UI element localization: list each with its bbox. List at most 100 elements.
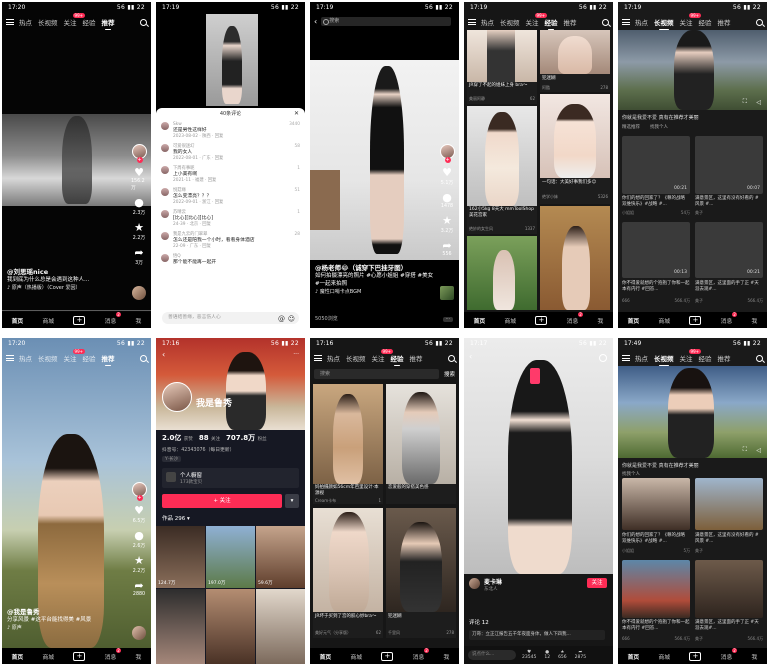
video-frame[interactable] [310,60,459,260]
card-author[interactable]: 小姐姐 [622,548,634,554]
search-icon[interactable] [602,18,609,26]
expand-icon[interactable]: ▾ [285,494,299,508]
grid-card[interactable] [467,236,537,310]
nav-mall[interactable]: 商城 [351,652,363,661]
creator-avatar[interactable] [131,144,147,163]
star-icon[interactable]: ★ [134,555,144,567]
tab-long-video[interactable]: 长视频 [346,353,366,363]
music-label[interactable]: ♪ 魔性口哨卡点BGM [315,288,435,296]
nav-mall[interactable]: 商城 [505,316,517,325]
menu-icon[interactable] [622,19,630,25]
nav-me[interactable]: 我 [444,652,450,661]
search-icon[interactable] [599,354,607,362]
comment-like-count[interactable]: 51 [286,188,300,206]
card-author[interactable]: Cream卡布 [315,498,336,504]
music-disc-icon[interactable] [132,626,146,640]
commenter-avatar[interactable] [161,188,169,196]
music-label[interactable]: ♪ 原声 [7,624,127,632]
video-card[interactable] [622,560,690,618]
card-author[interactable]: 绝学小妹 [542,194,558,200]
video-card[interactable] [695,560,763,618]
nav-me[interactable]: 我 [136,316,142,325]
comment-row[interactable]: 我是九云的门翠翠 怎么还是陪我一个小时，看看身体酒店 22-09 · 广东 · 回复… [156,230,305,252]
tab-hot[interactable]: 热点 [19,353,32,363]
card-author[interactable]: 小姐姐 [622,210,634,216]
comment-row[interactable]: 悦菇缘 怎么变漂亮？？？ 2022-09-01 · 浙江 · 回复 51 [156,186,305,208]
nav-mall[interactable]: 商城 [659,652,671,661]
grid-card[interactable]: 妈拍摄颜如56cm年芭里设计·本源视 Cream卡布 1 [313,384,383,504]
more-icon[interactable]: ··· [293,351,299,358]
like-action[interactable]: ♥ 23545 [522,650,536,660]
comment-action[interactable]: ● 12 [544,650,550,660]
tab-hot[interactable]: 热点 [19,17,32,27]
music-label[interactable]: ♪ 原声（热播版）（Cover 爱因） [7,284,127,292]
grid-card[interactable]: JR穿了不起的姐妹上身 bra～ 美丽阿静 62 [467,30,537,104]
tab-recommend[interactable]: 推荐 [102,353,115,366]
stat-following[interactable]: 88 关注 [199,434,220,442]
comment-like-count[interactable]: 3440 [286,122,300,140]
creator-name[interactable]: @刘思瑶nice [7,268,127,276]
more-button[interactable]: ··· [442,317,453,322]
search-input[interactable]: 搜索 [321,16,451,26]
shop-entry[interactable]: 个人橱窗 173款宝贝 [162,468,299,488]
comment-row[interactable]: 苏晴云 [比心][比心][比心] 24-39 · 北京 · 回复 1 [156,208,305,230]
tab-follow[interactable]: 关注 99+ [526,13,547,27]
commenter-avatar[interactable] [161,144,169,152]
commenter-avatar[interactable] [161,122,169,130]
create-plus-icon[interactable]: + [689,315,702,325]
card-author[interactable]: 美丽阿静 [469,96,485,102]
comment-row[interactable]: 悟Q 那个能不能再一起开 [156,252,305,268]
tab-recommend[interactable]: 推荐 [718,353,731,363]
profile-avatar[interactable] [162,382,192,412]
comment-like-count[interactable]: 58 [286,144,300,162]
card-author[interactable]: 美子 [695,298,703,304]
work-thumbnail[interactable]: 124.7万 [156,526,205,588]
card-author[interactable]: 绝妙的女生风 [469,226,493,232]
commenter-avatar[interactable] [161,232,169,240]
tab-hot[interactable]: 热点 [327,353,340,363]
hero-video[interactable]: ⛶ ◁ [618,366,767,458]
create-plus-icon[interactable]: + [73,651,86,661]
works-tab[interactable]: 作品 296 ▾ [162,514,190,522]
music-disc-icon[interactable] [132,286,146,300]
card-author[interactable]: 美子 [695,548,763,554]
search-icon[interactable] [140,354,147,362]
share-icon[interactable]: ➦ [442,240,451,252]
mute-icon[interactable]: ◁ [756,447,761,454]
tab-recommend[interactable]: 推荐 [564,17,577,27]
tab-hot[interactable]: 热点 [481,17,494,27]
tab-follow[interactable]: 关注 99+ [680,13,701,27]
author-name[interactable]: 麦卡琳 [484,577,502,586]
create-plus-icon[interactable]: + [73,315,86,325]
video-thumbnail[interactable] [206,14,258,106]
like-icon[interactable]: ♥ [442,167,452,179]
tag[interactable]: 找我个人 [622,471,640,477]
share-icon[interactable]: ➦ [134,580,143,592]
nav-me[interactable]: 我 [598,316,604,325]
grid-card[interactable] [540,206,610,310]
menu-icon[interactable] [6,19,14,25]
video-card[interactable] [695,478,763,530]
comment-like-count[interactable]: 1 [286,210,300,228]
comment-input[interactable]: 说点什么... [468,650,516,660]
tab-experience[interactable]: 经验 [545,17,558,30]
search-icon[interactable] [140,18,147,26]
search-input[interactable]: 搜索 [314,368,439,379]
top-comment[interactable]: 刀哥：立正江报告五千年夜面身体，做人下四我... [469,630,605,640]
video-card[interactable]: 00:07 [695,136,763,194]
tab-recommend[interactable]: 推荐 [718,17,731,27]
progress-bar[interactable] [2,310,151,311]
work-thumbnail[interactable] [156,589,205,664]
star-action[interactable]: ★ 656 [558,650,567,660]
menu-icon[interactable] [314,355,322,361]
tab-follow[interactable]: 关注 99+ [372,349,393,363]
tab-recommend[interactable]: 推荐 [102,17,115,30]
star-icon[interactable]: ★ [442,215,452,227]
nav-me[interactable]: 我 [752,316,758,325]
video-frame[interactable] [2,114,151,206]
comment-row[interactable]: 可爱很迷幻 我的女人 2022-08-01 · 广东 · 回复 58 [156,142,305,164]
post-photo[interactable] [464,338,613,574]
work-thumbnail[interactable]: 59.6万 [256,526,305,588]
tab-experience[interactable]: 经验 [391,353,404,366]
tab-hot[interactable]: 热点 [635,353,648,363]
